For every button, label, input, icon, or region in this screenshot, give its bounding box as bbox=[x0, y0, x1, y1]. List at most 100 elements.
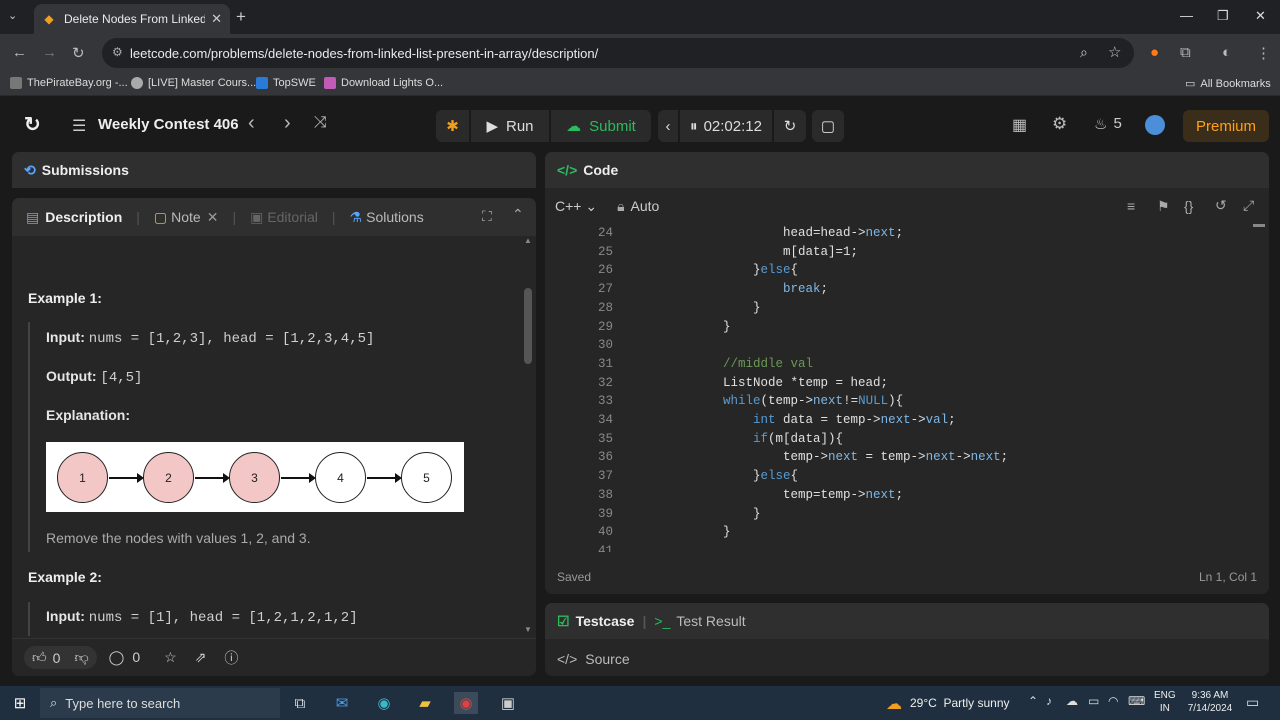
bookmark-icon[interactable]: ⚑ bbox=[1157, 198, 1170, 215]
weather-text[interactable]: 29°C Partly sunny bbox=[910, 696, 1010, 710]
problem-list-icon[interactable]: ☰ bbox=[72, 116, 86, 136]
tab-description[interactable]: Description bbox=[45, 209, 122, 225]
tab-note[interactable]: Note bbox=[171, 209, 201, 225]
close-note-icon[interactable]: ✕ bbox=[207, 209, 219, 226]
chrome-icon[interactable]: ◉ bbox=[454, 692, 478, 714]
reload-icon[interactable]: ↻ bbox=[72, 44, 85, 62]
file-explorer-icon[interactable]: ▰ bbox=[413, 692, 437, 714]
site-info-icon[interactable]: ⚙ bbox=[112, 45, 123, 59]
tray-chevron-icon[interactable]: ⌃ bbox=[1028, 694, 1038, 708]
linked-list-diagram: 1 2 3 4 5 bbox=[46, 442, 464, 512]
browser-tab[interactable]: ◆ Delete Nodes From Linked List ✕ bbox=[34, 4, 230, 34]
minimize-icon[interactable]: — bbox=[1180, 8, 1193, 23]
reset-code-icon[interactable]: ↺ bbox=[1215, 197, 1227, 214]
source-toggle[interactable]: </> Source bbox=[557, 651, 630, 667]
debug-button[interactable]: ✱ bbox=[436, 110, 469, 142]
back-icon[interactable]: ← bbox=[12, 44, 27, 61]
profile-avatar-icon[interactable]: ◐ bbox=[1222, 44, 1231, 61]
tab-testcase[interactable]: Testcase bbox=[576, 613, 635, 629]
tab-divider: | bbox=[136, 209, 140, 225]
language-select[interactable]: C++ ⌄ bbox=[555, 198, 597, 215]
maximize-icon[interactable]: ❐ bbox=[1217, 8, 1229, 24]
notes-icon[interactable]: ▢ bbox=[812, 110, 844, 142]
leetcode-logo-icon[interactable]: ↻ bbox=[24, 112, 41, 137]
editor-scroll-indicator[interactable] bbox=[1253, 224, 1265, 227]
url-input[interactable]: ⚙ leetcode.com/problems/delete-nodes-fro… bbox=[102, 38, 1134, 68]
description-scrollbar[interactable] bbox=[524, 288, 532, 364]
all-bookmarks[interactable]: ▭ All Bookmarks bbox=[1185, 77, 1271, 91]
new-tab-button[interactable]: + bbox=[236, 7, 246, 27]
like-button[interactable]: 👍︎ 0 👎︎ bbox=[24, 646, 97, 669]
tab-list-button[interactable]: ⌄ bbox=[8, 9, 17, 22]
scroll-up-arrow[interactable]: ▲ bbox=[524, 236, 532, 245]
streak-counter[interactable]: ♨ 5 bbox=[1094, 115, 1122, 133]
reset-timer-icon[interactable]: ↻ bbox=[774, 110, 806, 142]
onedrive-icon[interactable]: ☁ bbox=[1066, 694, 1078, 708]
volume-icon[interactable]: ♪ bbox=[1046, 694, 1052, 708]
collapse-panel-icon[interactable]: ⌃ bbox=[512, 206, 524, 223]
submissions-header[interactable]: ⟲ Submissions bbox=[12, 152, 536, 188]
zoom-icon[interactable]: ⌕ bbox=[1080, 44, 1088, 61]
code-editor[interactable]: 24 head=head->next; 25 m[data]=1; 26 }else… bbox=[545, 224, 1269, 552]
terminal-app-icon[interactable]: ▣ bbox=[496, 692, 520, 714]
code-text: //middle val bbox=[663, 356, 814, 371]
next-problem-icon[interactable]: › bbox=[284, 112, 291, 135]
share-icon[interactable]: ⇗ bbox=[195, 649, 207, 666]
chrome-menu-icon[interactable]: ⋮ bbox=[1256, 44, 1271, 62]
battery-icon[interactable]: ▭ bbox=[1088, 694, 1099, 708]
close-tab-icon[interactable]: ✕ bbox=[211, 11, 222, 27]
contest-title[interactable]: Weekly Contest 406 bbox=[98, 116, 239, 133]
example1-explanation: Explanation: bbox=[46, 407, 131, 423]
format-icon[interactable]: ≡ bbox=[1127, 198, 1135, 214]
keyboard-icon[interactable]: ⌨ bbox=[1128, 694, 1145, 708]
fullscreen-icon[interactable]: ⛶ bbox=[482, 208, 492, 225]
history-icon: ⟲ bbox=[24, 161, 36, 178]
list-node: 1 bbox=[57, 452, 108, 503]
notifications-icon[interactable]: ▭ bbox=[1246, 694, 1259, 711]
extension-icon[interactable]: ● bbox=[1150, 44, 1159, 61]
task-view-icon[interactable]: ⧉ bbox=[288, 692, 312, 714]
shuffle-icon[interactable]: ⤨ bbox=[314, 114, 327, 132]
close-window-icon[interactable]: ✕ bbox=[1255, 8, 1266, 24]
help-icon[interactable]: ⓘ bbox=[224, 648, 238, 668]
bookmark-item[interactable]: [LIVE] Master Cours... bbox=[131, 77, 256, 89]
premium-button[interactable]: Premium bbox=[1183, 110, 1269, 142]
user-avatar[interactable] bbox=[1145, 115, 1165, 135]
scroll-down-arrow[interactable]: ▼ bbox=[524, 625, 532, 634]
example1-block bbox=[28, 322, 478, 552]
collapse-timer-button[interactable]: ‹ bbox=[658, 110, 678, 142]
bookmark-star-icon[interactable]: ☆ bbox=[1108, 43, 1121, 61]
language-indicator[interactable]: ENG IN bbox=[1154, 689, 1176, 715]
braces-icon[interactable]: {} bbox=[1184, 198, 1193, 214]
thumbs-down-icon[interactable]: 👎︎ bbox=[74, 649, 88, 666]
tab-solutions[interactable]: Solutions bbox=[366, 209, 424, 225]
list-node: 4 bbox=[315, 452, 366, 503]
settings-gear-icon[interactable]: ⚙ bbox=[1052, 114, 1067, 134]
auto-mode[interactable]: Auto bbox=[631, 198, 660, 214]
bookmark-item[interactable]: TopSWE bbox=[256, 77, 316, 89]
run-button[interactable]: ▶ Run bbox=[471, 110, 549, 142]
layout-grid-icon[interactable]: ▦ bbox=[1012, 115, 1027, 135]
comments-button[interactable]: ◯ 0 bbox=[109, 649, 140, 666]
bookmark-item[interactable]: Download Lights O... bbox=[324, 77, 443, 89]
prev-problem-icon[interactable]: ‹ bbox=[248, 112, 255, 135]
favorite-star-icon[interactable]: ☆ bbox=[164, 649, 177, 666]
extensions-puzzle-icon[interactable]: ⧉ bbox=[1180, 44, 1191, 61]
mail-icon[interactable]: ✉ bbox=[330, 692, 354, 714]
tab-test-result[interactable]: Test Result bbox=[676, 613, 745, 629]
forward-icon[interactable]: → bbox=[42, 44, 57, 61]
clock[interactable]: 9:36 AM 7/14/2024 bbox=[1186, 689, 1234, 715]
windows-start-icon[interactable]: ⊞ bbox=[8, 692, 32, 714]
taskbar-search-input[interactable]: ⌕ Type here to search bbox=[40, 688, 280, 718]
expand-icon[interactable]: ⤢ bbox=[1243, 197, 1254, 214]
line-number: 38 bbox=[597, 487, 613, 502]
tab-editorial[interactable]: Editorial bbox=[267, 209, 318, 225]
submit-button[interactable]: ☁ Submit bbox=[551, 110, 651, 142]
line-number: 30 bbox=[597, 338, 613, 353]
bookmark-item[interactable]: ThePirateBay.org -... bbox=[10, 77, 128, 89]
timer[interactable]: ⏸ 02:02:12 bbox=[680, 110, 772, 142]
wifi-icon[interactable]: ◠ bbox=[1108, 694, 1118, 708]
list-node: 2 bbox=[143, 452, 194, 503]
edge-icon[interactable]: ◉ bbox=[372, 692, 396, 714]
windows-taskbar: ⊞ ⌕ Type here to search ⧉ ✉ ◉ ▰ ◉ ▣ ☁ 29°… bbox=[0, 686, 1280, 720]
